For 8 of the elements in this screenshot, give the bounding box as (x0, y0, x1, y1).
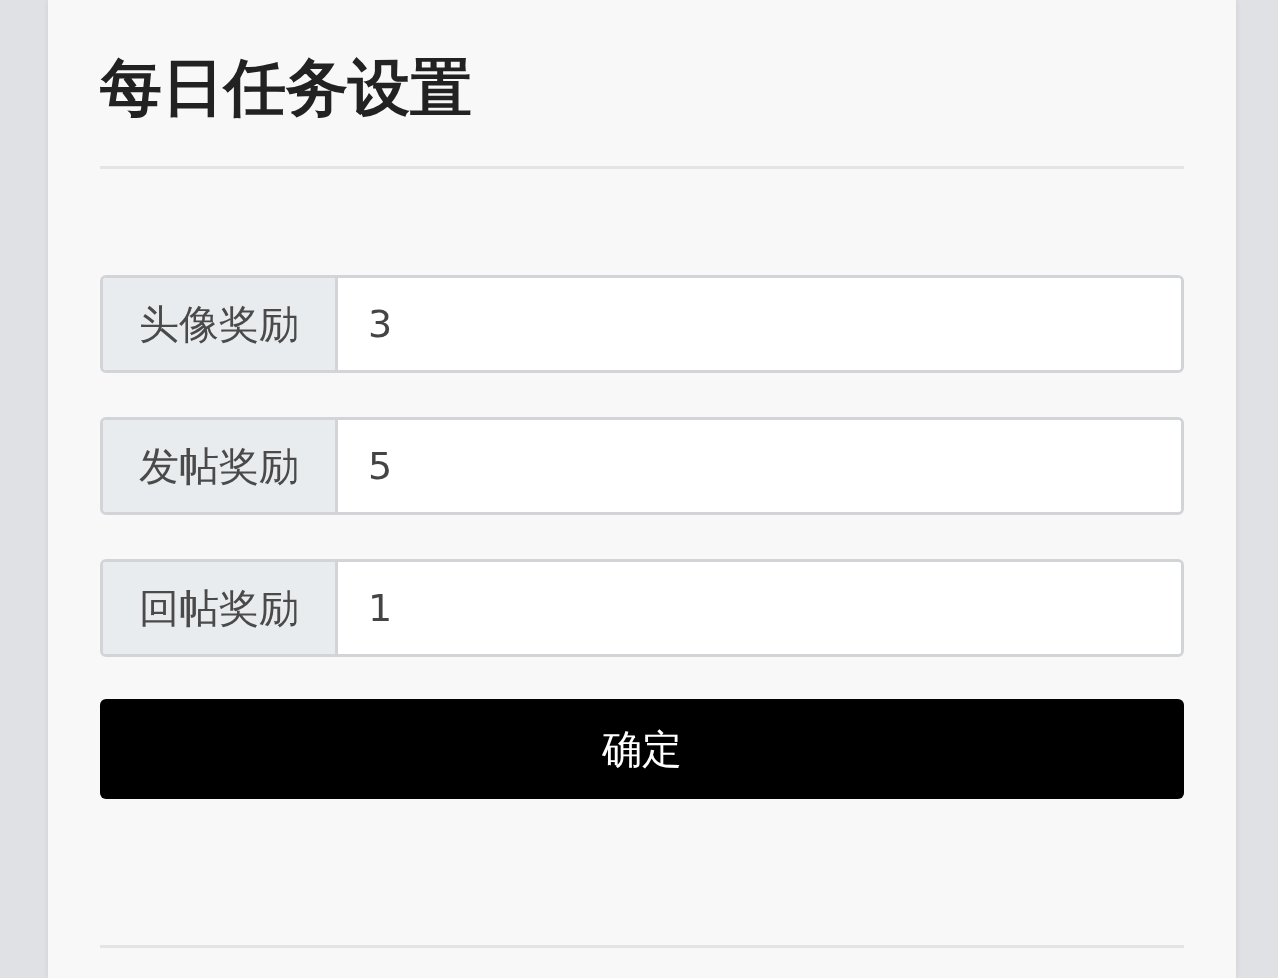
input-field[interactable]: 发帖奖励 5 (100, 417, 1184, 515)
page-title: 每日任务设置 (100, 40, 1184, 169)
field-label: 发帖奖励 (103, 420, 338, 512)
field-label: 头像奖励 (103, 278, 338, 370)
input-field[interactable]: 头像奖励 3 (100, 275, 1184, 373)
input-field[interactable]: 回帖奖励 1 (100, 559, 1184, 657)
field-label: 回帖奖励 (103, 562, 338, 654)
confirm-button[interactable]: 确定 (100, 699, 1184, 799)
